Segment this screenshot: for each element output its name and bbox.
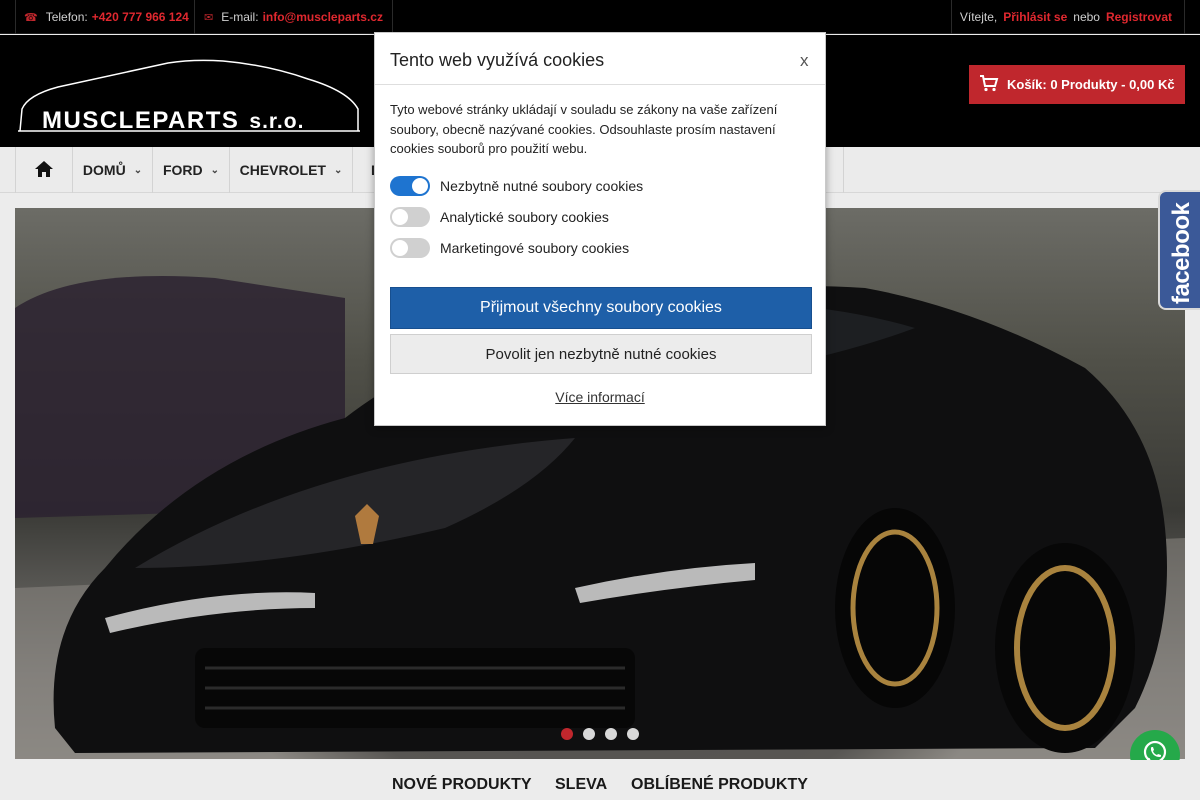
logo-text: MUSCLEPARTS s.r.o. (42, 107, 304, 135)
slider-dot[interactable] (605, 728, 617, 740)
tab-new-products[interactable]: NOVÉ PRODUKTY (392, 776, 532, 794)
slider-dot[interactable] (627, 728, 639, 740)
product-tabs: NOVÉ PRODUKTY SLEVA OBLÍBENÉ PRODUKTY (0, 760, 1200, 800)
login-link[interactable]: Přihlásit se (1003, 10, 1067, 24)
welcome-text: Vítejte, (959, 10, 998, 24)
nav-item-chevrolet[interactable]: CHEVROLET ⌄ (230, 147, 353, 193)
cart-button[interactable]: Košík: 0 Produkty - 0,00 Kč (969, 65, 1185, 104)
logo-name: MUSCLEPARTS (42, 107, 240, 134)
accept-all-cookies-button[interactable]: Přijmout všechny soubory cookies (390, 287, 812, 329)
home-icon (34, 160, 54, 181)
divider (15, 0, 16, 34)
phone-icon: ☎ (24, 11, 38, 24)
option-label: Analytické soubory cookies (440, 209, 609, 225)
nav-item-label: CHEVROLET (239, 162, 326, 178)
divider (392, 0, 393, 34)
phone-label: Telefon: (45, 10, 88, 24)
chevron-down-icon: ⌄ (210, 164, 220, 176)
cart-icon (979, 74, 999, 95)
nav-item-label: FORD (162, 162, 203, 178)
nav-home[interactable] (16, 147, 73, 193)
tab-sale[interactable]: SLEVA (555, 776, 607, 794)
analytics-cookies-toggle[interactable] (390, 207, 430, 227)
essential-cookies-toggle[interactable] (390, 176, 430, 196)
chevron-down-icon: ⌄ (133, 164, 143, 176)
slider-dots (561, 728, 639, 740)
option-label: Marketingové soubory cookies (440, 240, 630, 256)
register-link[interactable]: Registrovat (1106, 10, 1172, 24)
slider-dot[interactable] (561, 728, 573, 740)
slider-dot[interactable] (583, 728, 595, 740)
divider (194, 0, 195, 34)
marketing-cookies-toggle[interactable] (390, 238, 430, 258)
email-contact: ✉ E-mail: info@muscleparts.cz (204, 0, 383, 34)
tab-favorite-products[interactable]: OBLÍBENÉ PRODUKTY (631, 776, 808, 794)
nav-item-domu[interactable]: DOMŮ ⌄ (73, 147, 153, 193)
phone-contact: ☎ Telefon: +420 777 966 124 (24, 0, 189, 34)
facebook-label: facebook (1168, 202, 1195, 304)
phone-link[interactable]: +420 777 966 124 (92, 10, 189, 24)
envelope-icon: ✉ (204, 11, 214, 24)
option-label: Nezbytně nutné soubory cookies (440, 178, 644, 194)
top-bar: ☎ Telefon: +420 777 966 124 ✉ E-mail: in… (0, 0, 1200, 34)
dialog-description: Tyto webové stránky ukládají v souladu s… (390, 102, 778, 156)
divider (826, 147, 844, 193)
divider (1184, 0, 1185, 34)
dialog-header: Tento web využívá cookies x (375, 33, 825, 85)
cookie-consent-dialog: Tento web využívá cookies x Tyto webové … (374, 32, 826, 426)
cookie-option-essential: Nezbytně nutné soubory cookies (390, 176, 643, 196)
nav-item-ford[interactable]: FORD ⌄ (153, 147, 230, 193)
dialog-title: Tento web využívá cookies (390, 50, 605, 70)
facebook-tab[interactable]: facebook (1158, 190, 1200, 310)
site-logo[interactable]: MUSCLEPARTS s.r.o. (18, 57, 360, 135)
cookie-option-analytics: Analytické soubory cookies (390, 207, 609, 227)
logo-suffix: s.r.o. (249, 110, 305, 133)
cart-label: Košík: 0 Produkty - 0,00 Kč (1007, 77, 1175, 92)
allow-essential-cookies-button[interactable]: Povolit jen nezbytně nutné cookies (390, 334, 812, 374)
divider (951, 0, 952, 34)
chevron-down-icon: ⌄ (333, 164, 343, 176)
or-text: nebo (1073, 10, 1100, 24)
cookie-option-marketing: Marketingové soubory cookies (390, 238, 629, 258)
email-link[interactable]: info@muscleparts.cz (263, 10, 383, 24)
email-label: E-mail: (221, 10, 259, 24)
close-button[interactable]: x (800, 51, 809, 71)
account-links: Vítejte, Přihlásit se nebo Registrovat (960, 0, 1172, 34)
more-info-link[interactable]: Více informací (375, 389, 825, 405)
nav-item-label: DOMŮ (82, 162, 126, 178)
